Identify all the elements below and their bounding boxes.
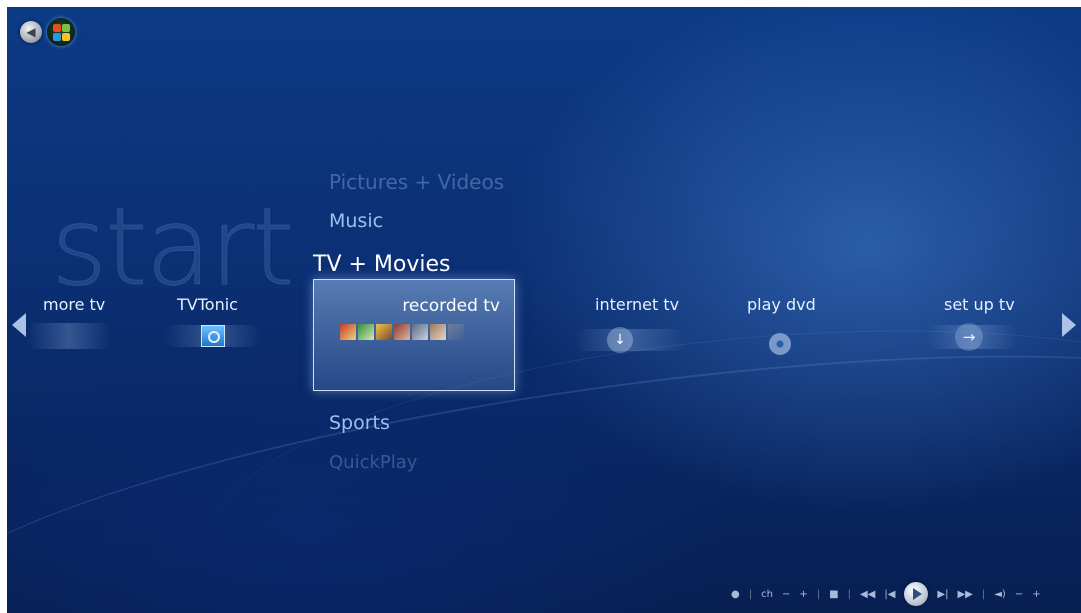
fast-forward-icon[interactable]: ▶▶ [957, 589, 972, 600]
separator: | [816, 588, 821, 600]
category-tv-movies[interactable]: TV + Movies [313, 252, 450, 277]
thumbnail [358, 324, 374, 340]
strip-label-more-tv: more tv [43, 295, 106, 314]
media-center-screen: ◀ start Pictures + Videos Music TV + Mov… [7, 7, 1081, 613]
download-icon: ↓ [607, 327, 633, 353]
category-pictures-videos[interactable]: Pictures + Videos [329, 170, 504, 194]
volume-up-button[interactable]: + [1032, 589, 1040, 600]
strip-item-recorded-tv[interactable]: recorded tv [313, 279, 515, 391]
windows-logo-yellow [62, 33, 70, 41]
strip-label-set-up-tv: set up tv [944, 295, 1015, 314]
rewind-icon[interactable]: ◀◀ [860, 589, 875, 600]
windows-logo-blue [53, 33, 61, 41]
volume-down-button[interactable]: − [1015, 589, 1023, 600]
transport-controls: ● | ch − + | ■ | ◀◀ |◀ ▶| ▶▶ | ◄) − + [731, 582, 1041, 606]
back-arrow-icon: ◀ [26, 25, 36, 39]
disc-icon [769, 333, 791, 355]
channel-up-button[interactable]: + [799, 589, 807, 600]
thumbnail [448, 324, 464, 340]
thumbnail [430, 324, 446, 340]
arrow-right-icon: → [955, 323, 983, 351]
thumbnail [412, 324, 428, 340]
windows-logo-red [53, 24, 61, 32]
mute-icon[interactable]: ◄) [994, 589, 1006, 600]
previous-icon[interactable]: |◀ [884, 589, 895, 600]
start-watermark: start [51, 185, 296, 311]
category-sports[interactable]: Sports [329, 412, 390, 434]
recorded-tv-thumbnails [340, 324, 464, 340]
start-orb-button[interactable] [47, 18, 75, 46]
thumbnail [376, 324, 392, 340]
record-icon[interactable]: ● [731, 589, 740, 600]
strip-label-tvtonic: TVTonic [177, 295, 238, 314]
chevron-left-icon[interactable] [12, 313, 26, 337]
strip-label-play-dvd: play dvd [747, 295, 816, 314]
play-icon[interactable] [904, 582, 929, 606]
thumbnail [340, 324, 356, 340]
category-quickplay[interactable]: QuickPlay [329, 452, 417, 473]
channel-label: ch [761, 588, 773, 600]
separator: | [847, 588, 851, 600]
windows-logo-green [62, 24, 70, 32]
separator: | [748, 588, 753, 600]
category-music[interactable]: Music [329, 210, 383, 232]
strip-label-recorded-tv: recorded tv [402, 296, 500, 316]
chevron-right-icon[interactable] [1062, 313, 1076, 337]
back-button[interactable]: ◀ [20, 21, 42, 43]
stop-icon[interactable]: ■ [829, 589, 838, 600]
more-tv-art [27, 323, 111, 349]
next-icon[interactable]: ▶| [937, 589, 948, 600]
strip-label-internet-tv: internet tv [595, 295, 680, 314]
thumbnail [394, 324, 410, 340]
tvtonic-icon [201, 325, 225, 347]
channel-down-button[interactable]: − [782, 589, 790, 600]
separator: | [981, 588, 986, 600]
